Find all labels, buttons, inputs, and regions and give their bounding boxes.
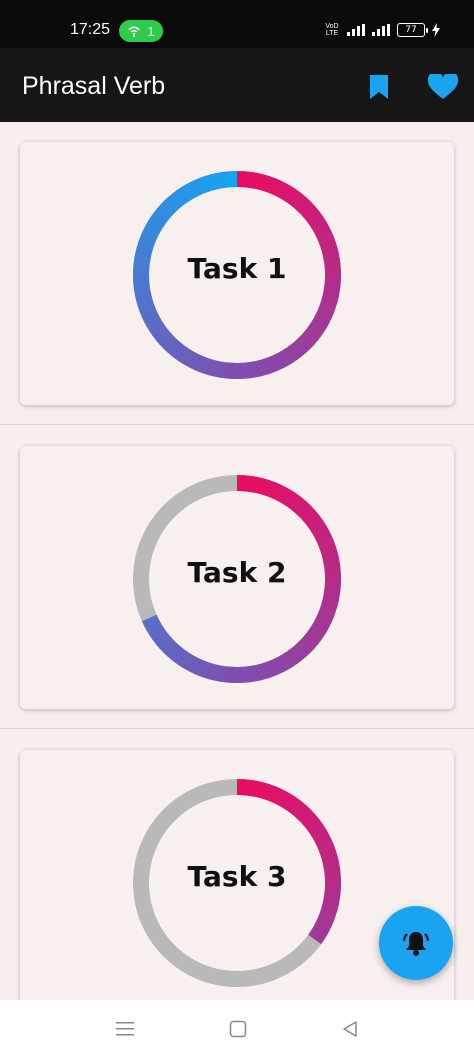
task-label: Task 2 — [187, 556, 287, 589]
task-row: Task 2 — [0, 426, 474, 729]
menu-icon — [116, 1022, 134, 1036]
volte-label: VoD LTE — [325, 23, 339, 37]
status-time: 17:25 — [70, 21, 111, 38]
bookmark-button[interactable] — [364, 72, 394, 102]
system-nav-bar — [0, 1000, 474, 1058]
back-button[interactable] — [338, 1018, 362, 1040]
app-bar: Phrasal Verb — [0, 48, 474, 122]
signal-icon — [347, 24, 365, 36]
task-label: Task 1 — [187, 252, 287, 285]
favorite-button[interactable] — [426, 72, 460, 102]
home-button[interactable] — [226, 1018, 250, 1040]
status-bar: 17:25 1 VoD LTE 77 — [0, 0, 474, 48]
heart-icon — [428, 74, 458, 99]
charging-icon — [432, 23, 440, 37]
progress-arc-segment — [141, 614, 159, 627]
back-triangle-icon — [343, 1021, 357, 1037]
app-title: Phrasal Verb — [22, 72, 166, 100]
home-square-icon — [229, 1020, 247, 1038]
bell-ring-icon — [402, 932, 430, 956]
signal-icon-2 — [372, 24, 390, 36]
progress-arc-segment — [308, 930, 325, 945]
hotspot-icon — [128, 26, 141, 37]
task-row: Task 1 — [0, 122, 474, 425]
task-label: Task 3 — [187, 860, 287, 893]
task-card-1[interactable]: Task 1 — [20, 142, 454, 405]
hotspot-count: 1 — [147, 23, 155, 39]
hotspot-indicator: 1 — [119, 20, 163, 42]
bookmark-icon — [370, 75, 388, 99]
status-icons: VoD LTE 77 — [324, 21, 440, 39]
task-row: Task 3 — [0, 730, 474, 1033]
menu-button[interactable] — [113, 1018, 137, 1040]
reminder-fab[interactable] — [379, 906, 453, 980]
battery-level: 77 — [405, 25, 417, 35]
battery-indicator: 77 — [397, 23, 428, 37]
task-card-3[interactable]: Task 3 — [20, 750, 454, 1013]
task-card-2[interactable]: Task 2 — [20, 446, 454, 709]
